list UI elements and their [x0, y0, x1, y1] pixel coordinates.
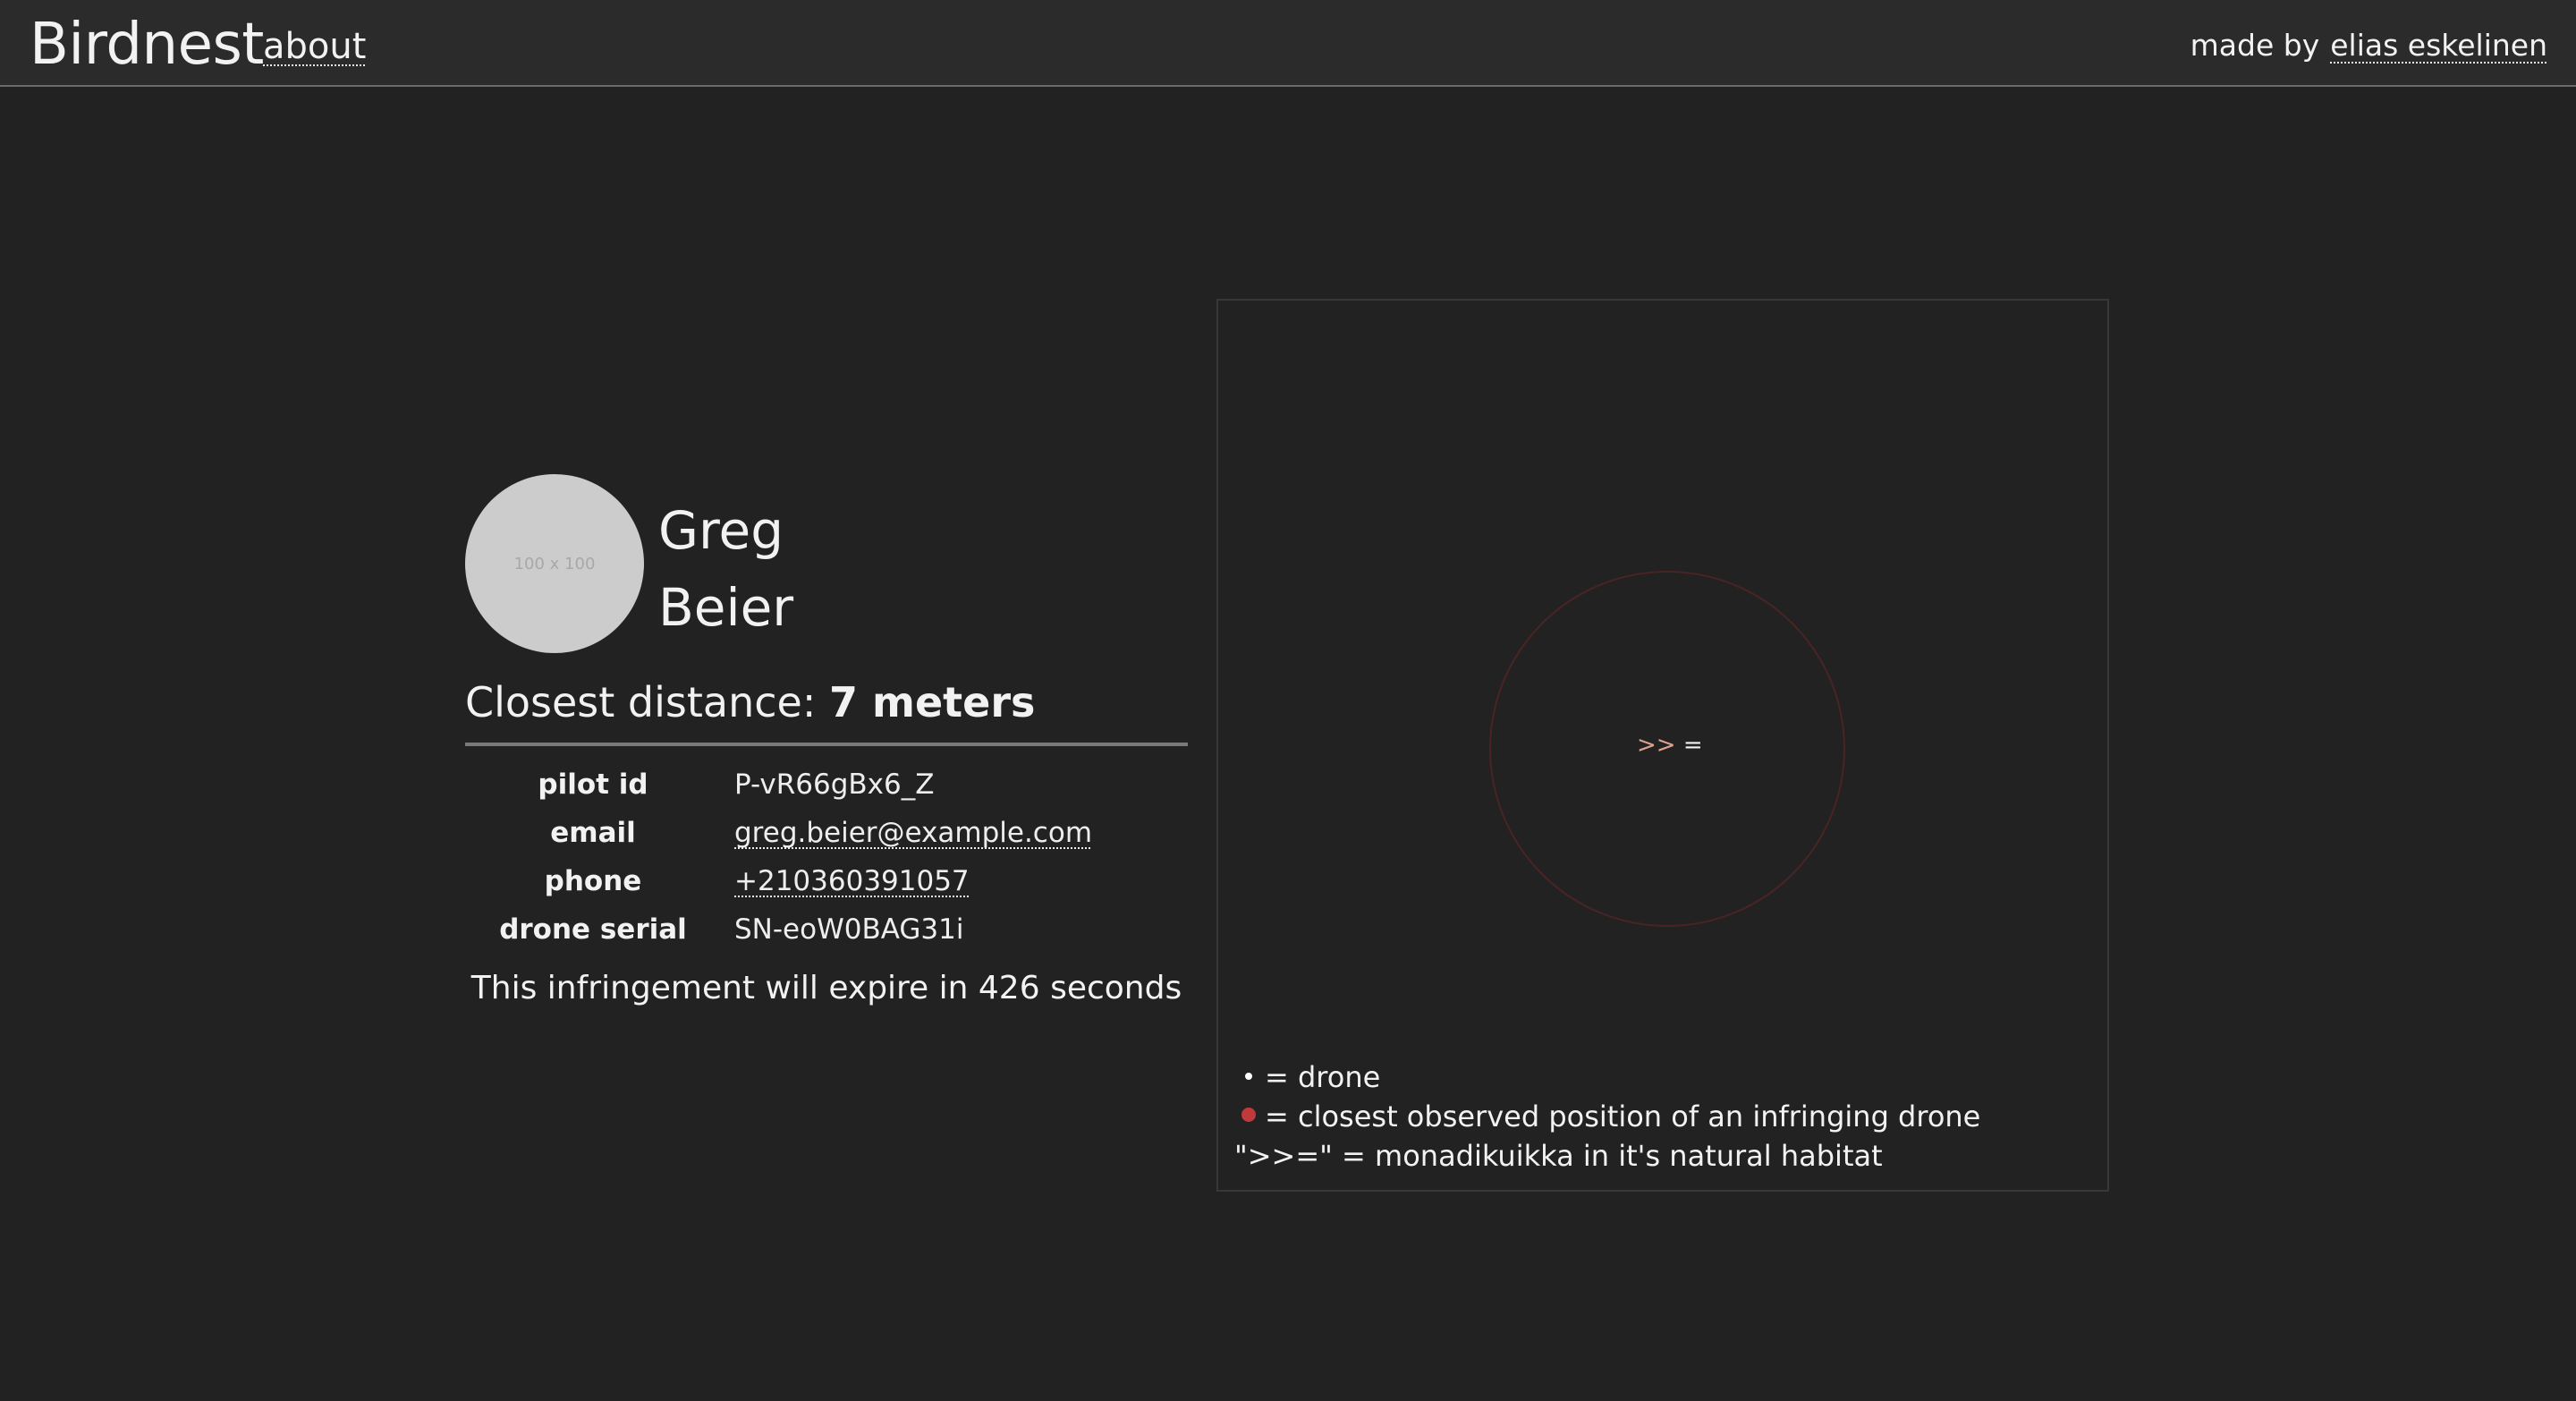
table-row: drone serial SN-eoW0BAG31i [465, 905, 1188, 954]
drone-serial-label: drone serial [499, 913, 687, 946]
drone-map: >> = = drone = closest observed position… [1216, 299, 2109, 1192]
avatar-placeholder-text: 100 x 100 [513, 554, 596, 573]
pilot-id-value: P-vR66gBx6_Z [734, 768, 935, 801]
top-navbar: Birdnest about made by elias eskelinen [0, 0, 2576, 87]
legend-item-drone: = drone [1234, 1057, 1980, 1097]
credit: made by elias eskelinen [2190, 23, 2547, 68]
email-link[interactable]: greg.beier@example.com [734, 809, 1092, 857]
distance-label: Closest distance: [465, 678, 817, 726]
bird-beak-icon: >> [1637, 732, 1676, 759]
brand-title[interactable]: Birdnest [30, 9, 264, 81]
phone-label: phone [544, 865, 642, 897]
legend-text: = drone [1265, 1060, 1381, 1094]
pilot-last-name: Beier [658, 577, 794, 638]
phone-link[interactable]: +210360391057 [734, 857, 970, 905]
expiry-notice: This infringement will expire in 426 sec… [470, 970, 1182, 1006]
credit-prefix: made by [2190, 28, 2320, 63]
pilot-info-table: pilot id P-vR66gBx6_Z email greg.beier@e… [465, 760, 1188, 954]
map-legend: = drone = closest observed position of a… [1234, 1057, 1980, 1176]
table-row: pilot id P-vR66gBx6_Z [465, 760, 1188, 809]
table-row: email greg.beier@example.com [465, 809, 1188, 857]
table-row: phone +210360391057 [465, 857, 1188, 905]
legend-item-infringing: = closest observed position of an infrin… [1234, 1097, 1980, 1136]
pilot-id-label: pilot id [538, 768, 648, 801]
infringing-dot-icon [1241, 1108, 1256, 1122]
avatar: 100 x 100 [465, 474, 644, 653]
pilot-name: Greg Beier [658, 492, 793, 646]
drone-dot-icon [1245, 1073, 1252, 1080]
closest-distance: Closest distance: 7 meters [465, 671, 1188, 746]
drone-serial-value: SN-eoW0BAG31i [734, 913, 964, 946]
legend-text: ">>=" = monadikuikka in it's natural hab… [1234, 1139, 1883, 1173]
author-link[interactable]: elias eskelinen [2330, 28, 2547, 63]
legend-text: = closest observed position of an infrin… [1265, 1100, 1981, 1134]
monadikuikka-marker: >> = [1637, 730, 1703, 760]
about-link[interactable]: about [263, 21, 366, 72]
email-label: email [550, 817, 636, 849]
legend-item-bird: ">>=" = monadikuikka in it's natural hab… [1234, 1136, 1980, 1176]
bird-body-icon: = [1682, 732, 1703, 759]
distance-value: 7 meters [828, 678, 1036, 726]
pilot-first-name: Greg [658, 500, 784, 561]
